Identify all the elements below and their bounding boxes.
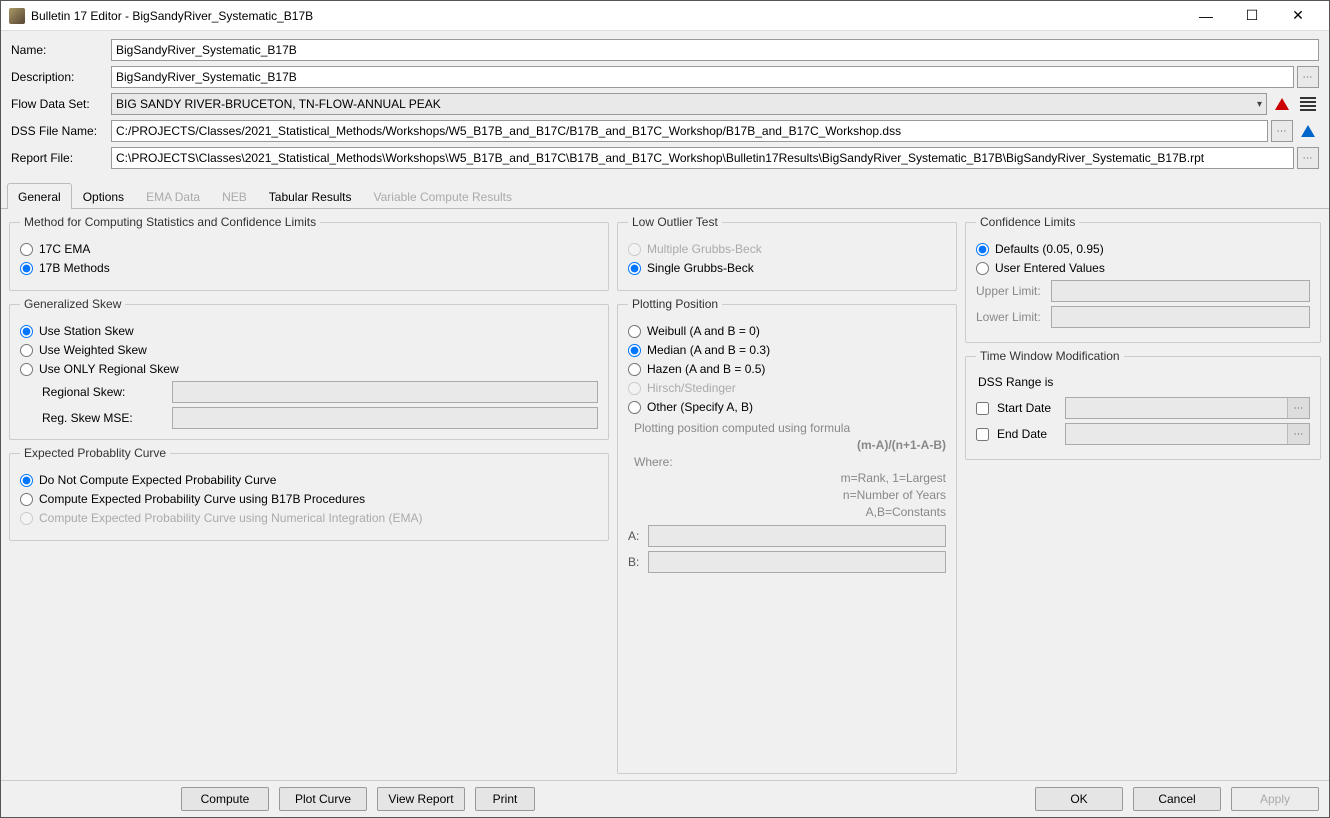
- report-label: Report File:: [11, 151, 111, 165]
- radio-median[interactable]: Median (A and B = 0.3): [628, 343, 946, 357]
- chevron-down-icon: ▾: [1257, 99, 1262, 110]
- expected-prob-group: Expected Probablity Curve Do Not Compute…: [9, 446, 609, 541]
- regional-skew-label: Regional Skew:: [42, 385, 172, 399]
- upper-limit-input: [1051, 280, 1310, 302]
- radio-other-ab[interactable]: Other (Specify A, B): [628, 400, 946, 414]
- plot-formula-info: Plotting position computed using formula…: [634, 420, 946, 521]
- radio-hirsch: Hirsch/Stedinger: [628, 381, 946, 395]
- cancel-button[interactable]: Cancel: [1133, 787, 1221, 811]
- lower-limit-input: [1051, 306, 1310, 328]
- window-title: Bulletin 17 Editor - BigSandyRiver_Syste…: [31, 9, 1183, 23]
- radio-17b-methods[interactable]: 17B Methods: [20, 261, 598, 275]
- radio-ema-expected: Compute Expected Probability Curve using…: [20, 511, 598, 525]
- b-label: B:: [628, 555, 648, 569]
- description-label: Description:: [11, 70, 111, 84]
- name-label: Name:: [11, 43, 111, 57]
- general-tab-content: Method for Computing Statistics and Conf…: [1, 209, 1329, 780]
- expected-prob-legend: Expected Probablity Curve: [20, 446, 170, 460]
- lower-limit-label: Lower Limit:: [976, 310, 1051, 324]
- view-report-button[interactable]: View Report: [377, 787, 465, 811]
- tab-options[interactable]: Options: [72, 183, 135, 209]
- tab-tabular-results[interactable]: Tabular Results: [258, 183, 363, 209]
- radio-no-expected[interactable]: Do Not Compute Expected Probability Curv…: [20, 473, 598, 487]
- flow-dataset-value: BIG SANDY RIVER-BRUCETON, TN-FLOW-ANNUAL…: [116, 97, 441, 111]
- radio-regional-skew[interactable]: Use ONLY Regional Skew: [20, 362, 598, 376]
- titlebar: Bulletin 17 Editor - BigSandyRiver_Syste…: [1, 1, 1329, 31]
- dss-label: DSS File Name:: [11, 124, 111, 138]
- radio-b17b-expected[interactable]: Compute Expected Probability Curve using…: [20, 492, 598, 506]
- low-outlier-group: Low Outlier Test Multiple Grubbs-Beck Si…: [617, 215, 957, 291]
- compute-button[interactable]: Compute: [181, 787, 269, 811]
- radio-hazen[interactable]: Hazen (A and B = 0.5): [628, 362, 946, 376]
- time-window-legend: Time Window Modification: [976, 349, 1124, 363]
- description-input[interactable]: [111, 66, 1294, 88]
- confidence-limits-group: Confidence Limits Defaults (0.05, 0.95) …: [965, 215, 1321, 343]
- minimize-button[interactable]: —: [1183, 1, 1229, 31]
- radio-17c-ema[interactable]: 17C EMA: [20, 242, 598, 256]
- description-more-button[interactable]: ⋯: [1297, 66, 1319, 88]
- app-icon: [9, 8, 25, 24]
- report-file-input[interactable]: [111, 147, 1294, 169]
- a-label: A:: [628, 529, 648, 543]
- tab-variable-compute: Variable Compute Results: [363, 183, 524, 209]
- radio-station-skew[interactable]: Use Station Skew: [20, 324, 598, 338]
- footer-bar: Compute Plot Curve View Report Print OK …: [1, 780, 1329, 817]
- start-date-input: ⋯: [1065, 397, 1310, 419]
- radio-conf-defaults[interactable]: Defaults (0.05, 0.95): [976, 242, 1310, 256]
- dss-plot-icon[interactable]: [1297, 120, 1319, 142]
- reg-skew-mse-input: [172, 407, 598, 429]
- close-button[interactable]: ✕: [1275, 1, 1321, 31]
- regional-skew-input: [172, 381, 598, 403]
- report-browse-button[interactable]: ⋯: [1297, 147, 1319, 169]
- radio-conf-user[interactable]: User Entered Values: [976, 261, 1310, 275]
- start-date-label: Start Date: [997, 401, 1059, 415]
- bulletin17-editor-window: Bulletin 17 Editor - BigSandyRiver_Syste…: [0, 0, 1330, 818]
- print-button[interactable]: Print: [475, 787, 535, 811]
- ok-button[interactable]: OK: [1035, 787, 1123, 811]
- skew-legend: Generalized Skew: [20, 297, 125, 311]
- end-date-label: End Date: [997, 427, 1059, 441]
- name-input[interactable]: [111, 39, 1319, 61]
- confidence-legend: Confidence Limits: [976, 215, 1079, 229]
- method-legend: Method for Computing Statistics and Conf…: [20, 215, 320, 229]
- maximize-button[interactable]: ☐: [1229, 1, 1275, 31]
- flow-label: Flow Data Set:: [11, 97, 111, 111]
- plotting-position-group: Plotting Position Weibull (A and B = 0) …: [617, 297, 957, 774]
- dss-browse-button[interactable]: ⋯: [1271, 120, 1293, 142]
- upper-limit-label: Upper Limit:: [976, 284, 1051, 298]
- tab-ema-data: EMA Data: [135, 183, 211, 209]
- tab-general[interactable]: General: [7, 183, 72, 209]
- dss-range-text: DSS Range is: [978, 375, 1310, 389]
- radio-multi-grubbs: Multiple Grubbs-Beck: [628, 242, 946, 256]
- start-date-checkbox[interactable]: [976, 402, 989, 415]
- b-input: [648, 551, 946, 573]
- low-outlier-legend: Low Outlier Test: [628, 215, 722, 229]
- skew-group: Generalized Skew Use Station Skew Use We…: [9, 297, 609, 440]
- a-input: [648, 525, 946, 547]
- plotting-position-legend: Plotting Position: [628, 297, 722, 311]
- tab-bar: General Options EMA Data NEB Tabular Res…: [1, 182, 1329, 209]
- header-form: Name: Description: ⋯ Flow Data Set: BIG …: [1, 31, 1329, 178]
- end-date-input: ⋯: [1065, 423, 1310, 445]
- plot-curve-button[interactable]: Plot Curve: [279, 787, 367, 811]
- apply-button: Apply: [1231, 787, 1319, 811]
- radio-weibull[interactable]: Weibull (A and B = 0): [628, 324, 946, 338]
- calendar-icon: ⋯: [1287, 424, 1309, 444]
- radio-single-grubbs[interactable]: Single Grubbs-Beck: [628, 261, 946, 275]
- method-group: Method for Computing Statistics and Conf…: [9, 215, 609, 291]
- radio-weighted-skew[interactable]: Use Weighted Skew: [20, 343, 598, 357]
- flow-dataset-select[interactable]: BIG SANDY RIVER-BRUCETON, TN-FLOW-ANNUAL…: [111, 93, 1267, 115]
- time-window-group: Time Window Modification DSS Range is St…: [965, 349, 1321, 460]
- plot-icon[interactable]: [1271, 93, 1293, 115]
- table-icon[interactable]: [1297, 93, 1319, 115]
- calendar-icon: ⋯: [1287, 398, 1309, 418]
- dss-file-input[interactable]: [111, 120, 1268, 142]
- reg-skew-mse-label: Reg. Skew MSE:: [42, 411, 172, 425]
- end-date-checkbox[interactable]: [976, 428, 989, 441]
- tab-neb: NEB: [211, 183, 258, 209]
